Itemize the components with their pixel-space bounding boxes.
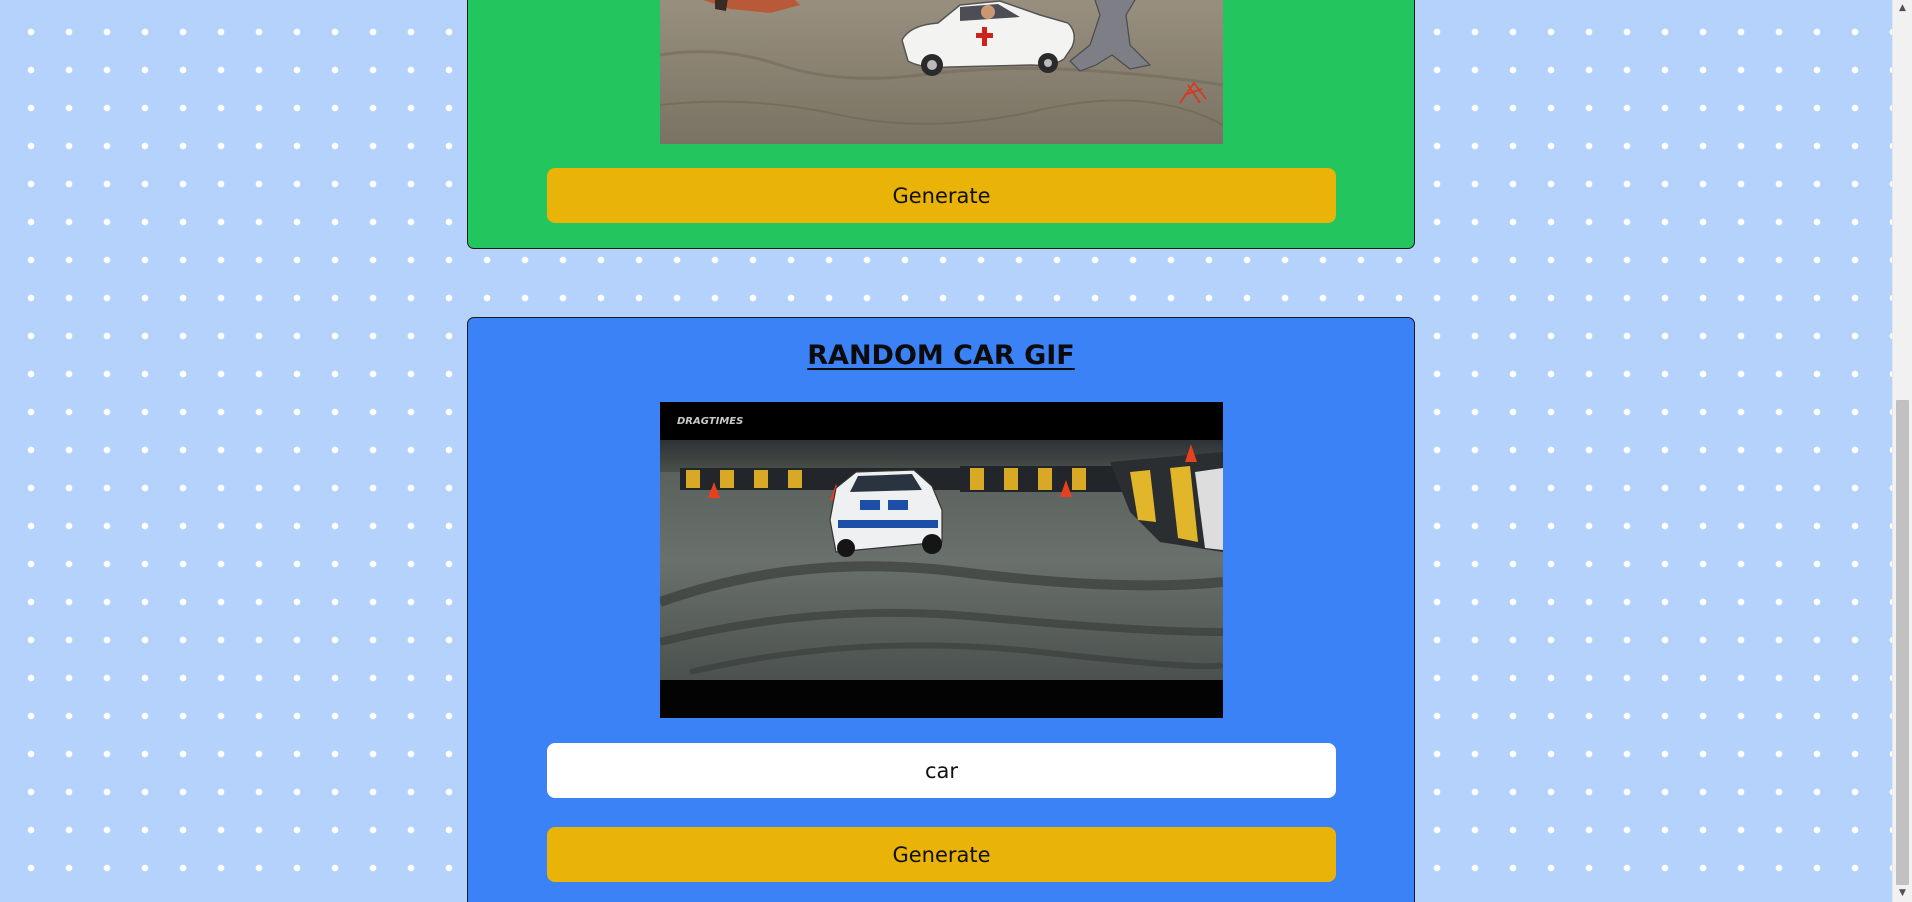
search-input[interactable] bbox=[547, 743, 1336, 798]
gif-watermark: DRAGTIMES bbox=[677, 416, 743, 427]
generate-button[interactable]: Generate bbox=[547, 827, 1336, 882]
gif-image bbox=[660, 0, 1223, 144]
gif-image-art bbox=[660, 0, 1223, 144]
random-gif-card-top: Generate bbox=[467, 0, 1415, 249]
scrollbar-thumb[interactable] bbox=[1896, 400, 1909, 885]
scroll-down-arrow-icon[interactable]: ▼ bbox=[1893, 885, 1912, 902]
car-gif-image: DRAGTIMES bbox=[660, 402, 1223, 718]
random-car-gif-card: RANDOM CAR GIF DRAGTIMES car Generate bbox=[467, 317, 1415, 902]
vertical-scrollbar[interactable]: ▲ ▼ bbox=[1892, 0, 1912, 902]
card-title: RANDOM CAR GIF bbox=[807, 340, 1075, 371]
scroll-up-arrow-icon[interactable]: ▲ bbox=[1893, 0, 1912, 17]
car-gif-art: DRAGTIMES bbox=[660, 402, 1223, 718]
generate-button[interactable]: Generate bbox=[547, 168, 1336, 223]
